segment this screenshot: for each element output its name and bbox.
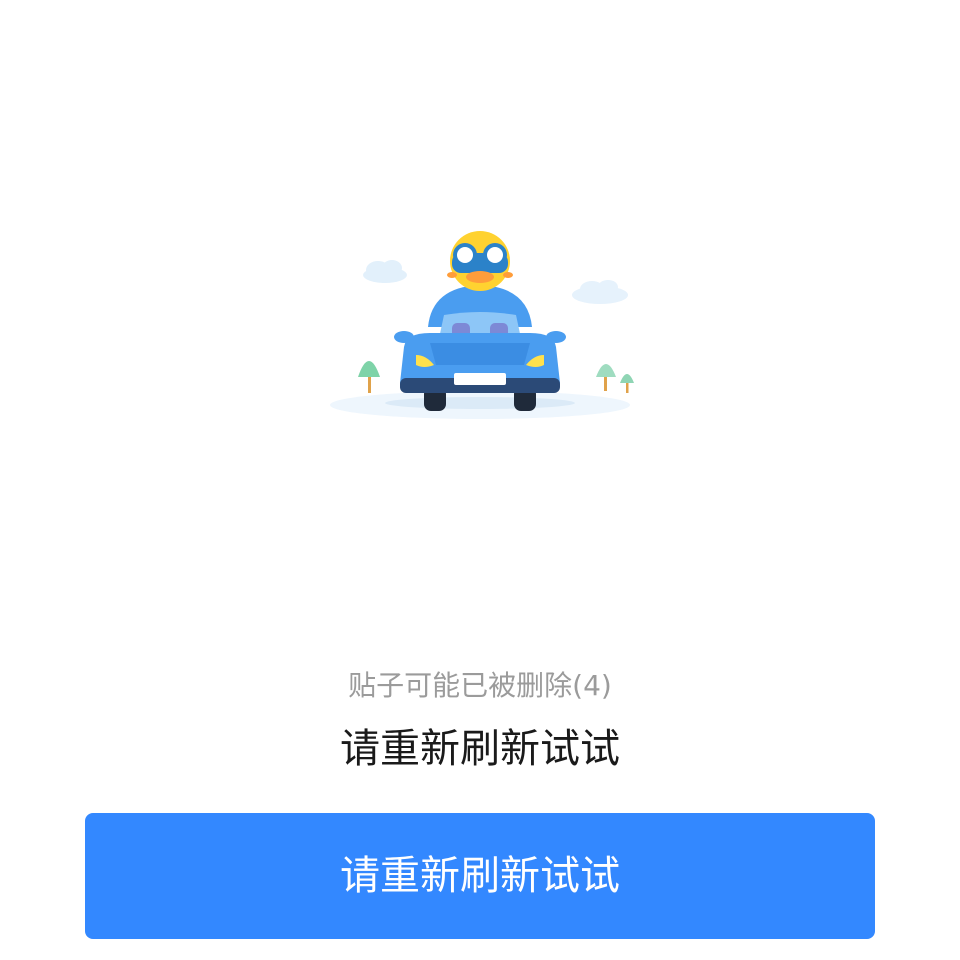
hint-message: 请重新刷新试试 [340,726,620,772]
tree-right-icon [596,364,634,393]
error-message: 贴子可能已被删除(4) [348,669,612,702]
error-page: 贴子可能已被删除(4) 请重新刷新试试 请重新刷新试试 [0,0,960,960]
refresh-button[interactable]: 请重新刷新试试 [85,813,875,939]
car-mascot-illustration [320,215,640,425]
license-plate [454,373,506,385]
cloud-left-icon [363,260,407,283]
cloud-right-icon [572,280,628,304]
mascot-icon [447,231,513,291]
tree-left-icon [358,361,380,393]
